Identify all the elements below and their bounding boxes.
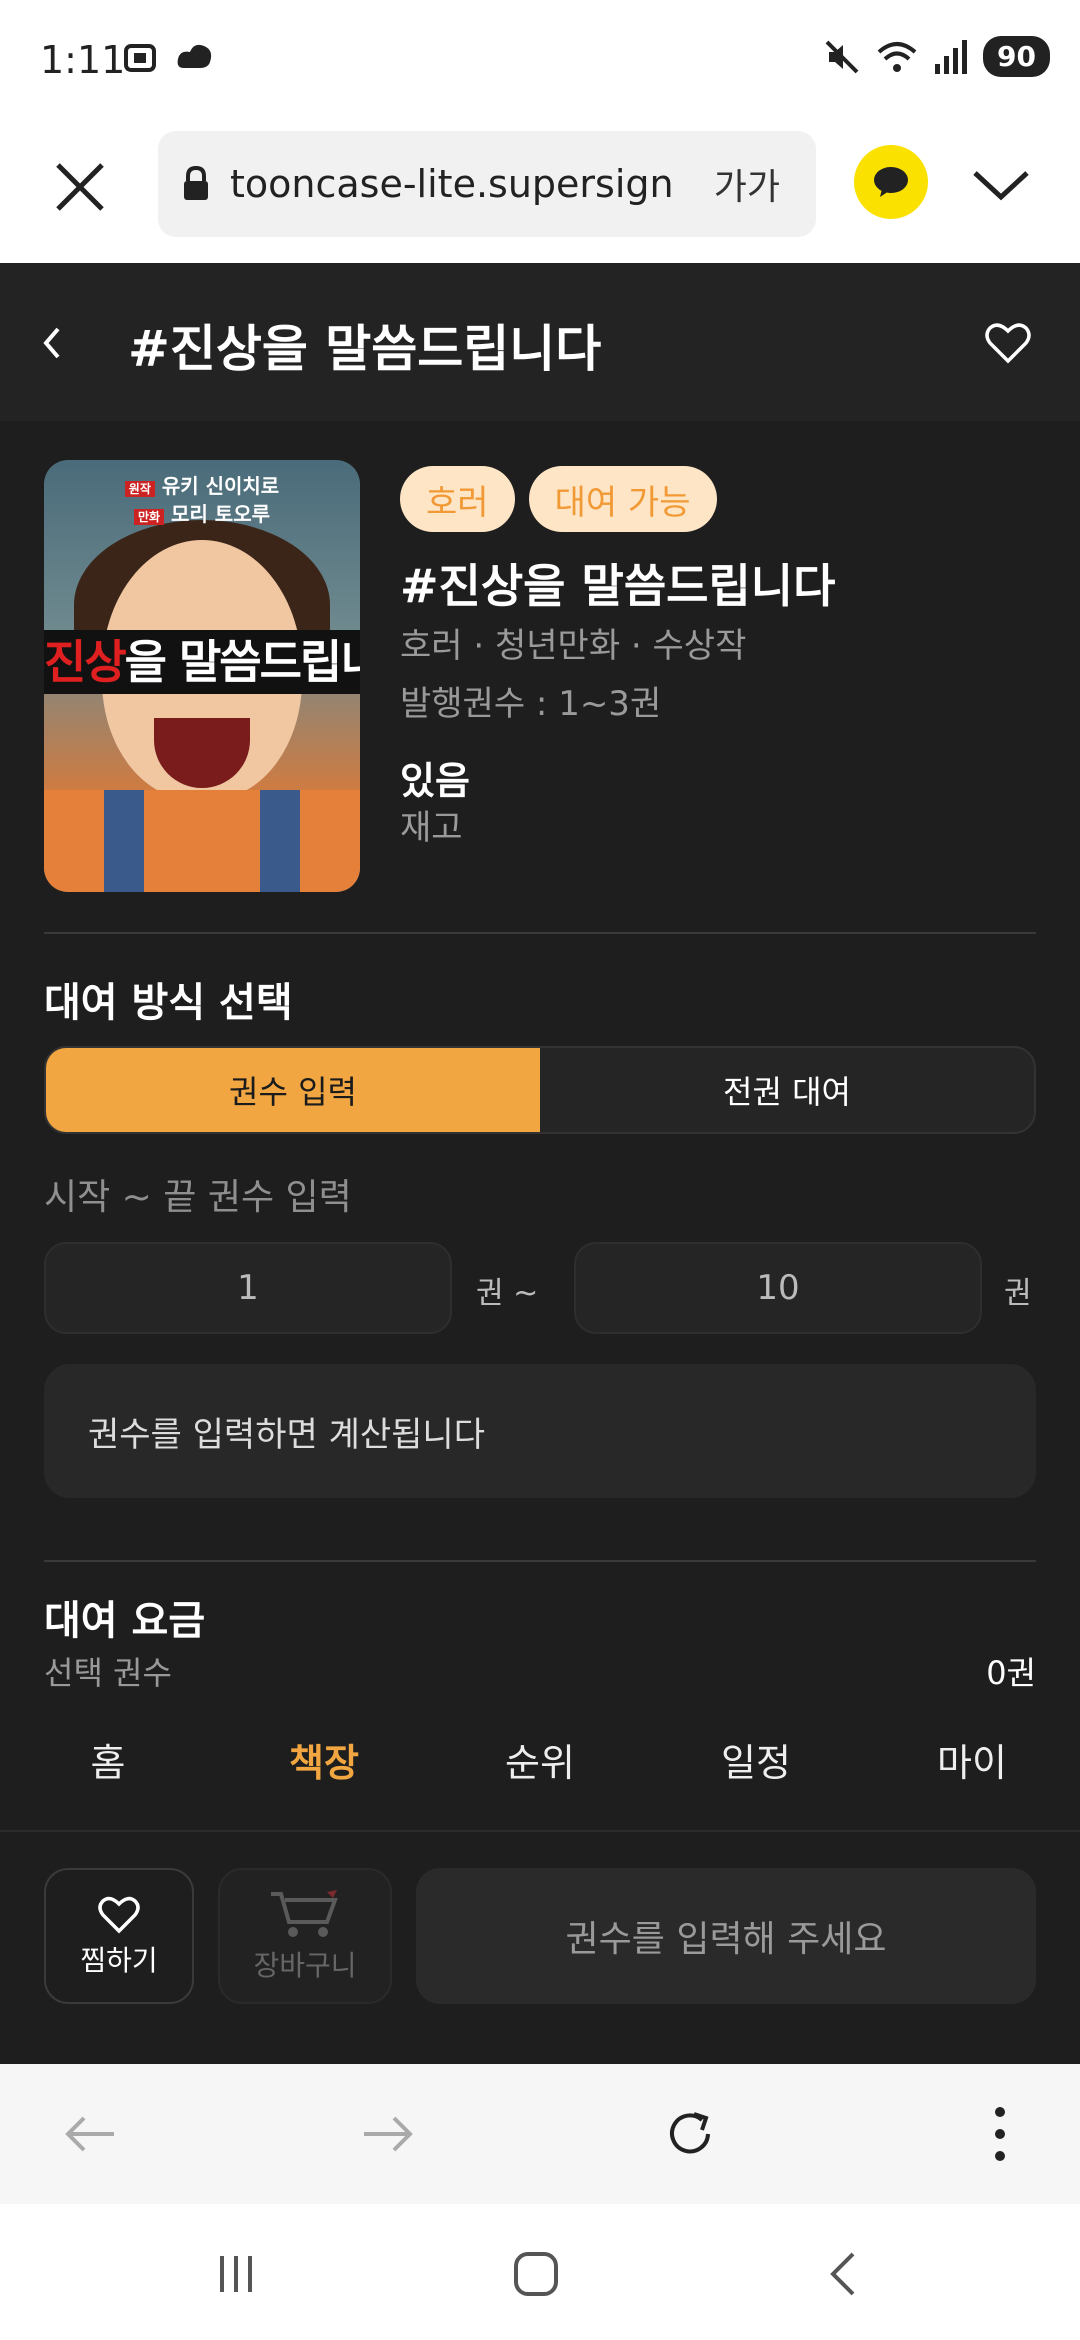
kakao-button[interactable] <box>854 145 928 219</box>
status-bar: 1:11 90 <box>0 0 1080 125</box>
close-button[interactable] <box>48 155 112 219</box>
tab-ranking[interactable]: 순위 <box>432 1688 648 1830</box>
badge-list: 호러 대여 가능 <box>400 466 717 532</box>
wish-label: 찜하기 <box>80 1944 158 1977</box>
cover-art-strap <box>104 790 144 892</box>
home-button[interactable] <box>506 2244 566 2304</box>
browser-forward-button[interactable] <box>358 2104 418 2164</box>
divider <box>44 932 1036 934</box>
end-volume-input[interactable]: 10 <box>574 1242 982 1334</box>
heart-icon <box>98 1896 140 1934</box>
shopping-cart-icon <box>271 1890 338 1937</box>
status-time: 1:11 <box>40 38 126 82</box>
book-cover: 원작 유키 신이치로 만화 모리 토오루 진상을 말씀드립니 <box>44 460 360 892</box>
calculation-message: 권수를 입력하면 계산됩니다 <box>44 1364 1036 1498</box>
favorite-button[interactable] <box>982 317 1034 369</box>
arrow-left-icon <box>65 2116 114 2152</box>
rental-mode-title: 대여 방식 선택 <box>44 980 293 1026</box>
tab-schedule[interactable]: 일정 <box>648 1688 864 1830</box>
reload-button[interactable] <box>660 2104 720 2164</box>
start-volume-input[interactable]: 1 <box>44 1242 452 1334</box>
rental-mode-toggle: 권수 입력 전권 대여 <box>44 1046 1036 1134</box>
bottom-tab-nav: 홈 책장 순위 일정 마이 <box>0 1688 1080 1832</box>
arrow-right-icon <box>364 2116 413 2152</box>
tab-home[interactable]: 홈 <box>0 1688 216 1830</box>
rent-cta-button[interactable]: 권수를 입력해 주세요 <box>416 1868 1036 2004</box>
lock-icon <box>184 166 208 200</box>
cover-credit-2: 만화 모리 토오루 <box>44 498 360 527</box>
wifi-icon <box>877 41 917 72</box>
url-text: tooncase-lite.supersign <box>230 162 674 206</box>
more-vertical-icon <box>995 2107 1005 2161</box>
system-back-button[interactable] <box>812 2244 872 2304</box>
browser-more-button[interactable] <box>970 2104 1030 2164</box>
cart-button[interactable]: 장바구니 <box>218 1868 392 2004</box>
status-right: 90 <box>823 36 1050 77</box>
stock-value: 있음 <box>400 759 470 803</box>
home-icon <box>514 2252 558 2296</box>
genre-badge: 호러 <box>400 466 515 532</box>
cloud-icon <box>177 44 212 68</box>
recent-apps-icon <box>220 2256 252 2292</box>
product-issued-volumes: 발행권수 : 1~3권 <box>400 684 662 724</box>
wish-button[interactable]: 찜하기 <box>44 1868 194 2004</box>
status-left-icons <box>120 38 216 78</box>
page-header: #진상을 말씀드립니다 <box>0 263 1080 421</box>
screenshot-icon <box>124 44 156 72</box>
mode-volume-input-button[interactable]: 권수 입력 <box>46 1048 540 1132</box>
cover-title: 진상을 말씀드립니 <box>44 630 360 694</box>
product-genre: 호러 · 청년만화 · 수상작 <box>400 626 747 666</box>
chevron-down-icon <box>973 171 1029 201</box>
menu-dropdown-button[interactable] <box>968 155 1034 215</box>
volume-unit: 권 <box>1004 1276 1032 1311</box>
browser-nav <box>0 2064 1080 2204</box>
reload-icon <box>670 2112 710 2154</box>
url-bar[interactable]: tooncase-lite.supersign 가가 <box>158 131 816 237</box>
cart-label: 장바구니 <box>253 1949 357 1982</box>
fee-title: 대여 요금 <box>44 1598 206 1644</box>
action-bar: 찜하기 장바구니 권수를 입력해 주세요 <box>0 1832 1080 2064</box>
cover-credit-1: 원작 유키 신이치로 <box>44 470 360 499</box>
system-nav <box>0 2204 1080 2340</box>
browser-bar: tooncase-lite.supersign 가가 <box>0 125 1080 263</box>
battery-badge: 90 <box>983 36 1050 77</box>
text-size-button[interactable]: 가가 <box>714 158 780 210</box>
volume-separator: 권 ~ <box>476 1276 539 1311</box>
recent-apps-button[interactable] <box>206 2244 266 2304</box>
chat-bubble-icon <box>874 167 908 197</box>
back-button[interactable] <box>42 313 82 373</box>
signal-icon <box>935 39 968 74</box>
rental-available-badge: 대여 가능 <box>528 466 717 532</box>
tab-bookshelf[interactable]: 책장 <box>216 1688 432 1830</box>
mute-icon <box>825 40 859 73</box>
mode-full-rental-button[interactable]: 전권 대여 <box>540 1048 1034 1132</box>
cover-art-strap <box>260 790 300 892</box>
close-icon <box>56 163 104 211</box>
volume-range-label: 시작 ~ 끝 권수 입력 <box>44 1177 352 1218</box>
page-title: #진상을 말씀드립니다 <box>128 320 602 378</box>
stock-label: 재고 <box>400 808 463 848</box>
tab-my[interactable]: 마이 <box>864 1688 1080 1830</box>
product-title: #진상을 말씀드립니다 <box>400 559 836 613</box>
chevron-left-icon <box>43 327 60 359</box>
browser-back-button[interactable] <box>60 2104 120 2164</box>
cover-art-shirt <box>44 790 360 892</box>
heart-icon <box>985 323 1031 364</box>
back-icon <box>830 2252 855 2296</box>
